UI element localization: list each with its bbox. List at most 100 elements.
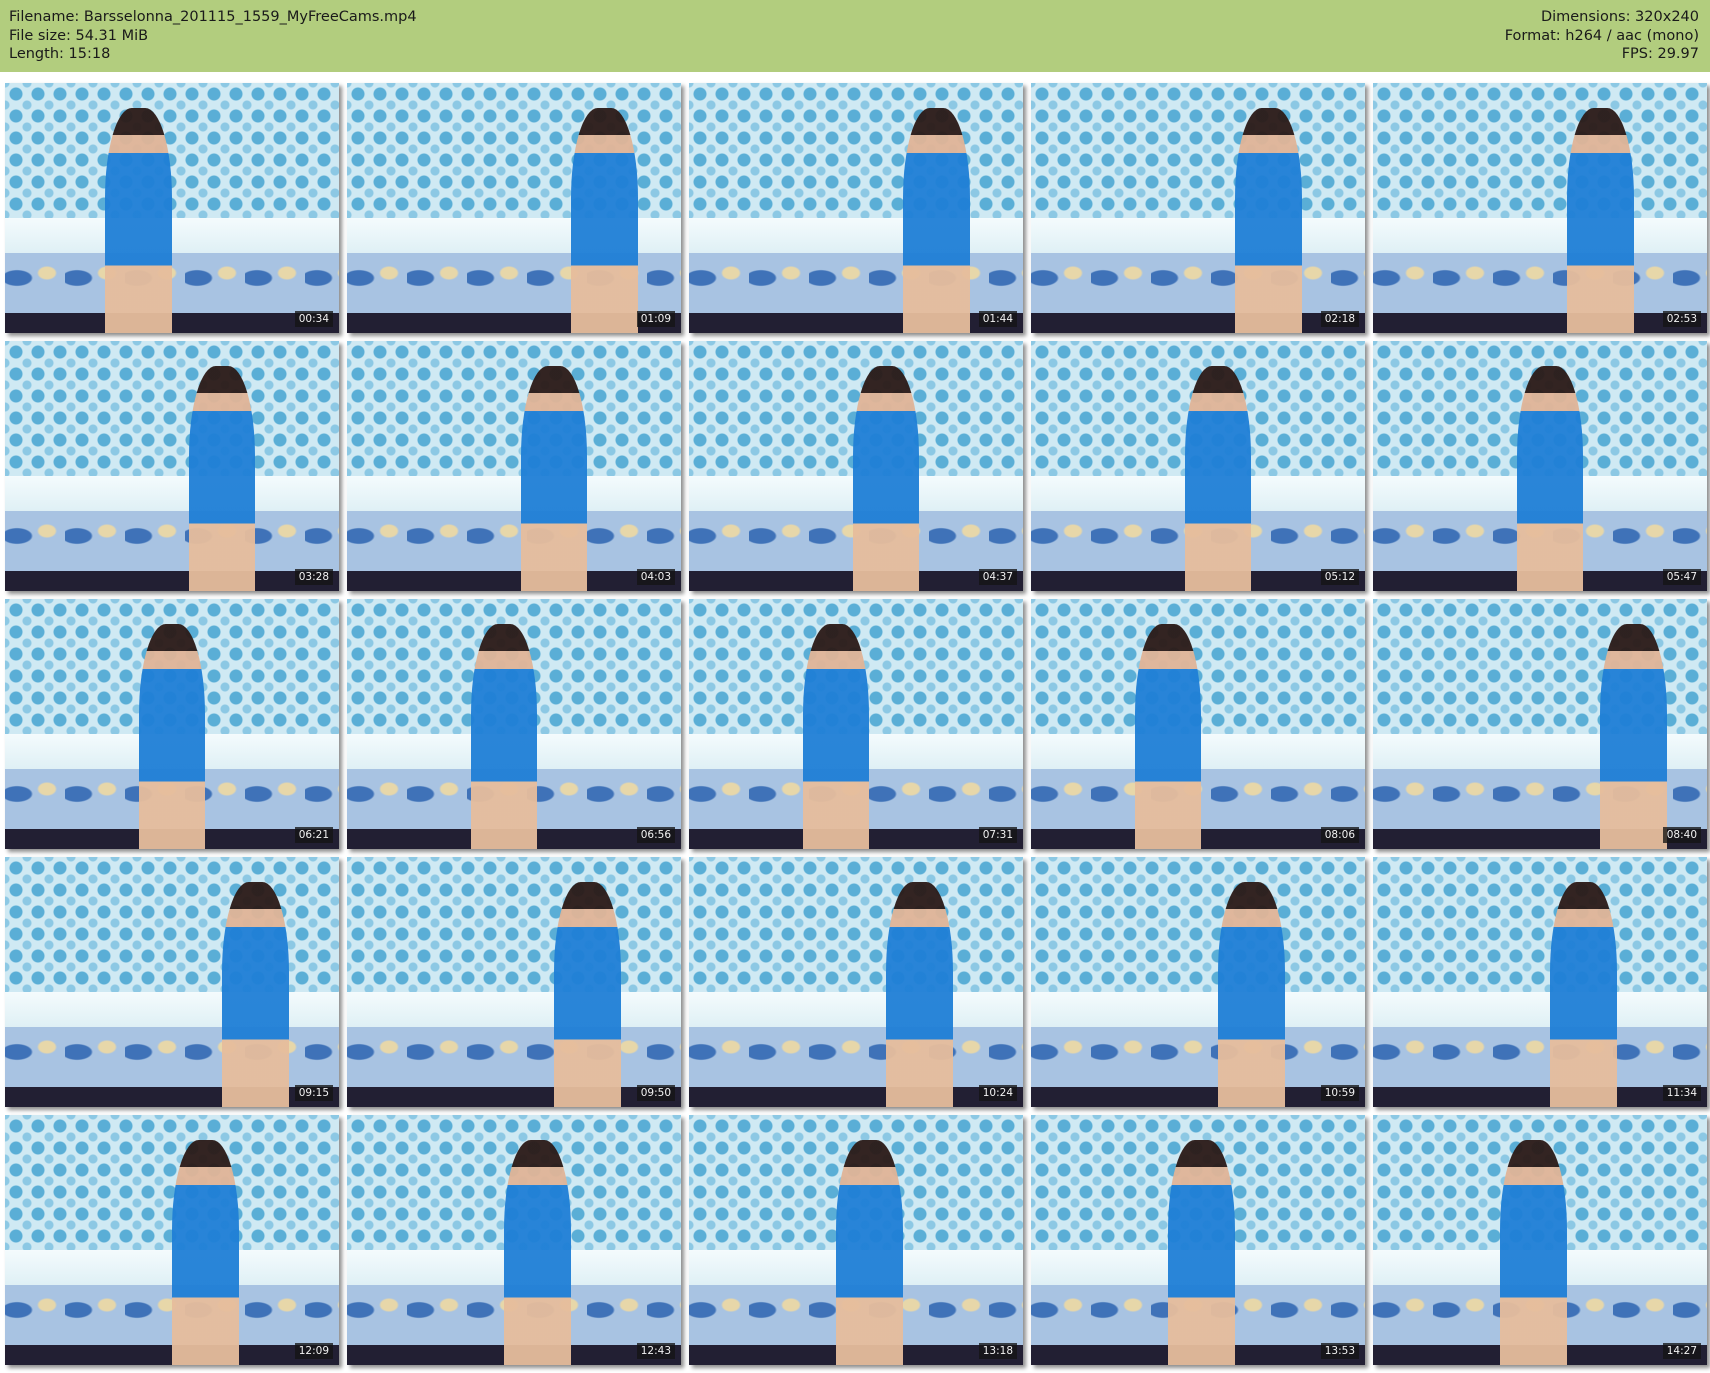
file-info-right: Dimensions: 320x240 Format: h264 / aac (… <box>1505 8 1699 64</box>
person-figure <box>852 366 920 591</box>
timestamp: 05:47 <box>1662 569 1701 585</box>
timestamp: 12:43 <box>636 1343 675 1359</box>
timestamp: 01:09 <box>636 311 675 327</box>
thumbnail-grid: 00:34 01:09 01:44 02:18 02:53 03:28 04:03 04:37… <box>5 83 1707 1365</box>
video-thumbnail: 11:34 <box>1373 857 1707 1107</box>
person-figure <box>222 882 289 1107</box>
person-figure <box>105 108 172 333</box>
video-thumbnail: 02:18 <box>1031 83 1365 333</box>
couch <box>347 1087 681 1107</box>
person-figure <box>570 108 638 333</box>
pillows <box>347 1027 681 1087</box>
person-figure <box>554 882 621 1107</box>
person-figure <box>1566 108 1634 333</box>
video-thumbnail: 04:37 <box>689 341 1023 591</box>
person-figure <box>1234 108 1302 333</box>
timestamp: 09:50 <box>636 1085 675 1101</box>
timestamp: 06:21 <box>294 827 333 843</box>
video-thumbnail: 06:21 <box>5 599 339 849</box>
wall-band <box>689 992 1023 1027</box>
person-figure <box>1167 1140 1235 1365</box>
timestamp: 10:59 <box>1320 1085 1359 1101</box>
video-thumbnail: 09:50 <box>347 857 681 1107</box>
video-thumbnail: 12:09 <box>5 1115 339 1365</box>
couch <box>1373 313 1707 333</box>
couch <box>347 571 681 591</box>
wall-band <box>5 476 339 511</box>
timestamp: 14:27 <box>1662 1343 1701 1359</box>
couch <box>5 571 339 591</box>
person-figure <box>1499 1140 1567 1365</box>
video-thumbnail: 13:18 <box>689 1115 1023 1365</box>
person-figure <box>835 1140 903 1365</box>
video-thumbnail: 04:03 <box>347 341 681 591</box>
video-thumbnail: 06:56 <box>347 599 681 849</box>
pillows <box>5 511 339 571</box>
wall-band <box>347 992 681 1027</box>
person-figure <box>1550 882 1617 1107</box>
person-figure <box>503 1140 571 1365</box>
timestamp: 02:53 <box>1662 311 1701 327</box>
timestamp: 09:15 <box>294 1085 333 1101</box>
person-figure <box>138 624 206 849</box>
pillows <box>689 1027 1023 1087</box>
pillows <box>1031 1027 1365 1087</box>
wall-band <box>1031 218 1365 253</box>
couch <box>1031 313 1365 333</box>
video-thumbnail: 14:27 <box>1373 1115 1707 1365</box>
fps: FPS: 29.97 <box>1621 46 1699 62</box>
timestamp: 10:24 <box>978 1085 1017 1101</box>
video-thumbnail: 05:47 <box>1373 341 1707 591</box>
person-figure <box>470 624 538 849</box>
wall-band <box>1031 992 1365 1027</box>
pillows <box>1373 1027 1707 1087</box>
person-figure <box>1600 624 1667 849</box>
wall-band <box>5 992 339 1027</box>
pillows <box>1031 253 1365 313</box>
file-size: File size: 54.31 MiB <box>9 27 149 44</box>
timestamp: 06:56 <box>636 827 675 843</box>
pillows <box>1373 253 1707 313</box>
timestamp: 12:09 <box>294 1343 333 1359</box>
video-thumbnail: 02:53 <box>1373 83 1707 333</box>
video-thumbnail: 08:40 <box>1373 599 1707 849</box>
video-thumbnail: 01:09 <box>347 83 681 333</box>
person-figure <box>520 366 588 591</box>
pillows <box>689 253 1023 313</box>
video-thumbnail: 01:44 <box>689 83 1023 333</box>
video-thumbnail: 13:53 <box>1031 1115 1365 1365</box>
wall-band <box>5 218 339 253</box>
couch <box>5 313 339 333</box>
timestamp: 13:18 <box>978 1343 1017 1359</box>
video-thumbnail: 10:59 <box>1031 857 1365 1107</box>
timestamp: 05:12 <box>1320 569 1359 585</box>
wall-band <box>1373 218 1707 253</box>
wall-band <box>347 476 681 511</box>
timestamp: 03:28 <box>294 569 333 585</box>
person-figure <box>1134 624 1202 849</box>
pillows <box>347 511 681 571</box>
person-figure <box>886 882 953 1107</box>
timestamp: 04:03 <box>636 569 675 585</box>
person-figure <box>172 1140 239 1365</box>
wall-band <box>1373 992 1707 1027</box>
person-figure <box>1516 366 1584 591</box>
video-thumbnail: 05:12 <box>1031 341 1365 591</box>
person-figure <box>902 108 970 333</box>
person-figure <box>188 366 256 591</box>
pillows <box>5 1027 339 1087</box>
person-figure <box>1184 366 1252 591</box>
couch <box>689 313 1023 333</box>
video-thumbnail: 09:15 <box>5 857 339 1107</box>
wall-band <box>689 218 1023 253</box>
timestamp: 13:53 <box>1320 1343 1359 1359</box>
timestamp: 08:06 <box>1320 827 1359 843</box>
format: Format: h264 / aac (mono) <box>1504 27 1699 44</box>
timestamp: 07:31 <box>978 827 1017 843</box>
dimensions: Dimensions: 320x240 <box>1540 9 1699 25</box>
timestamp: 02:18 <box>1320 311 1359 327</box>
person-figure <box>1218 882 1285 1107</box>
filename: Filename: Barsselonna_201115_1559_MyFree… <box>9 9 417 25</box>
video-thumbnail: 07:31 <box>689 599 1023 849</box>
couch <box>1031 1087 1365 1107</box>
